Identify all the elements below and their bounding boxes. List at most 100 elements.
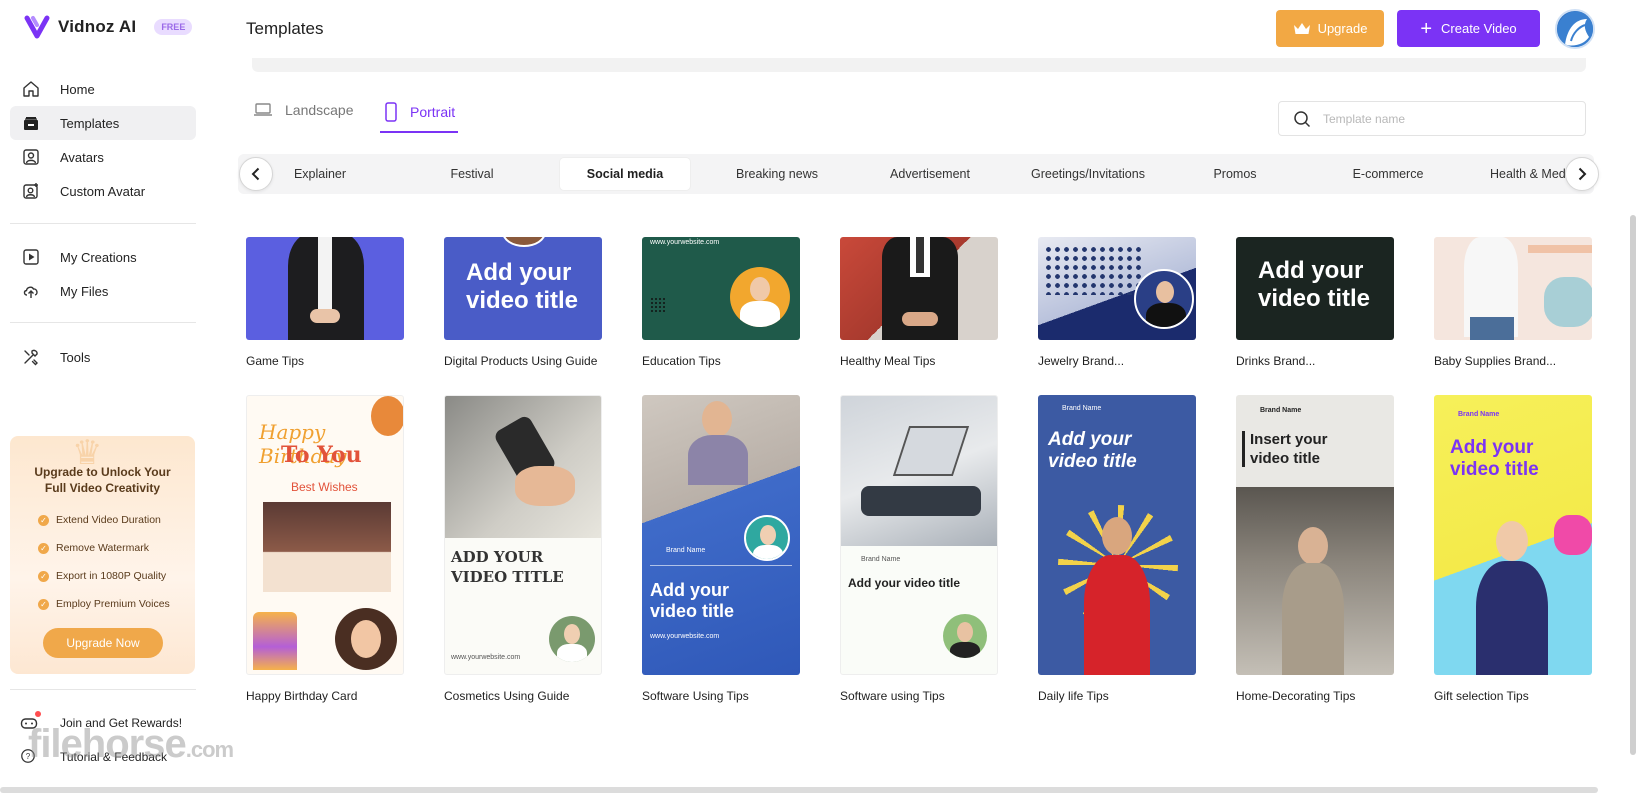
tab-landscape[interactable]: Landscape <box>253 102 354 118</box>
template-card[interactable]: Brand Name Add your video title Daily li… <box>1038 395 1196 703</box>
template-card[interactable]: Jewelry Brand... <box>1038 237 1196 368</box>
template-thumbnail <box>1038 237 1196 340</box>
category-greetings[interactable]: Greetings/Invitations <box>1018 158 1158 190</box>
sidebar-divider <box>10 223 196 224</box>
sidebar-item-label: My Files <box>60 283 109 299</box>
template-card[interactable]: Brand Name Add your video title www.your… <box>642 395 800 703</box>
plus-icon: + <box>1420 17 1433 40</box>
template-card[interactable]: Baby Supplies Brand... <box>1434 237 1592 368</box>
upgrade-promo-card: ♛ Upgrade to Unlock Your Full Video Crea… <box>10 436 195 674</box>
check-icon: ✓ <box>38 570 49 582</box>
template-thumbnail: Brand Name Add your video title www.your… <box>642 395 800 675</box>
category-prev-button[interactable] <box>239 157 273 191</box>
template-thumbnail: Add your video title <box>1236 237 1394 340</box>
template-card[interactable]: Add your video title Digital Products Us… <box>444 237 602 368</box>
sidebar-item-my-files[interactable]: My Files <box>10 274 196 308</box>
laptop-icon <box>254 103 272 116</box>
vertical-scrollbar[interactable] <box>1630 215 1636 755</box>
template-thumbnail <box>1434 237 1592 340</box>
horizontal-scrollbar[interactable] <box>0 787 1598 793</box>
sidebar-item-templates[interactable]: Templates <box>10 106 196 140</box>
upgrade-feature: ✓ Remove Watermark <box>10 534 195 562</box>
chevron-right-icon <box>1578 167 1587 181</box>
template-card[interactable]: Happy Birthday To You Best Wishes Happy … <box>246 395 404 703</box>
template-card[interactable]: www.yourwebsite.com Education Tips <box>642 237 800 368</box>
category-social-media[interactable]: Social media <box>560 158 690 190</box>
chevron-left-icon <box>251 167 260 181</box>
template-thumbnail <box>246 237 404 340</box>
user-avatar[interactable] <box>1555 9 1595 49</box>
notification-dot <box>35 711 41 717</box>
active-tab-indicator <box>380 131 458 133</box>
sidebar-item-avatars[interactable]: Avatars <box>10 140 196 174</box>
template-thumbnail: Brand Name Add your video title <box>1038 395 1196 675</box>
sidebar: Vidnoz AI FREE Home Templates Avatars Cu… <box>0 0 234 795</box>
category-breaking-news[interactable]: Breaking news <box>712 158 842 190</box>
template-title: Jewelry Brand... <box>1038 354 1125 368</box>
sidebar-item-my-creations[interactable]: My Creations <box>10 240 196 274</box>
template-title: Software using Tips <box>840 689 945 703</box>
template-title: Daily life Tips <box>1038 689 1109 703</box>
sidebar-item-tools[interactable]: Tools <box>10 340 196 374</box>
template-title: Game Tips <box>246 354 305 368</box>
template-title: Baby Supplies Brand... <box>1434 354 1557 368</box>
template-card[interactable]: Brand Name Add your video title Gift sel… <box>1434 395 1592 703</box>
sidebar-item-label: Tools <box>60 349 91 365</box>
home-icon <box>22 80 40 98</box>
template-thumbnail: ADD YOUR VIDEO TITLE www.yourwebsite.com <box>444 395 602 675</box>
tab-portrait[interactable]: Portrait <box>384 102 455 122</box>
template-card[interactable]: Healthy Meal Tips <box>840 237 998 368</box>
template-thumbnail: www.yourwebsite.com <box>642 237 800 340</box>
logo[interactable]: Vidnoz AI FREE <box>24 14 193 40</box>
category-ecommerce[interactable]: E-commerce <box>1323 158 1453 190</box>
check-icon: ✓ <box>38 542 49 554</box>
custom-avatar-icon <box>22 182 40 200</box>
crown-icon <box>1293 22 1310 34</box>
template-title: Gift selection Tips <box>1434 689 1529 703</box>
category-bar: Explainer Festival Social media Breaking… <box>238 154 1594 194</box>
sidebar-item-custom-avatar[interactable]: Custom Avatar <box>10 174 196 208</box>
create-video-button[interactable]: + Create Video <box>1397 10 1540 47</box>
category-promos[interactable]: Promos <box>1170 158 1300 190</box>
template-card[interactable]: ADD YOUR VIDEO TITLE www.yourwebsite.com… <box>444 395 602 703</box>
template-thumbnail: Brand Name Add your video title <box>1434 395 1592 675</box>
sidebar-item-label: My Creations <box>60 249 137 265</box>
template-title: Healthy Meal Tips <box>840 354 936 368</box>
category-explainer[interactable]: Explainer <box>255 158 385 190</box>
template-search[interactable] <box>1278 101 1586 136</box>
category-festival[interactable]: Festival <box>407 158 537 190</box>
template-title: Software Using Tips <box>642 689 749 703</box>
upgrade-promo-title: Upgrade to Unlock Your Full Video Creati… <box>34 465 171 495</box>
phone-icon <box>385 102 397 122</box>
page-title: Templates <box>246 19 324 38</box>
upgrade-button[interactable]: Upgrade <box>1276 10 1384 47</box>
avatar-icon <box>22 148 40 166</box>
template-thumbnail: Happy Birthday To You Best Wishes <box>246 395 404 675</box>
sidebar-item-home[interactable]: Home <box>10 72 196 106</box>
search-input[interactable] <box>1323 111 1573 126</box>
sidebar-divider <box>10 689 196 690</box>
search-icon <box>1294 110 1311 127</box>
check-icon: ✓ <box>38 598 49 610</box>
template-thumbnail <box>840 237 998 340</box>
templates-icon <box>22 114 40 132</box>
upgrade-now-button[interactable]: Upgrade Now <box>43 628 163 658</box>
template-title: Education Tips <box>642 354 721 368</box>
template-thumbnail: Add your video title <box>444 237 602 340</box>
template-card[interactable]: Brand Name Insert your video title Home-… <box>1236 395 1394 703</box>
template-thumbnail: Brand Name Insert your video title <box>1236 395 1394 675</box>
template-card[interactable]: Game Tips <box>246 237 404 368</box>
category-next-button[interactable] <box>1565 157 1599 191</box>
template-thumbnail: Brand Name Add your video title <box>840 395 998 675</box>
banner-strip <box>252 58 1586 72</box>
template-card[interactable]: Add your video title Drinks Brand... <box>1236 237 1394 368</box>
category-advertisement[interactable]: Advertisement <box>865 158 995 190</box>
app-root: Vidnoz AI FREE Home Templates Avatars Cu… <box>0 0 1640 795</box>
template-title: Home-Decorating Tips <box>1236 689 1356 703</box>
sidebar-item-label: Avatars <box>60 149 104 165</box>
upload-cloud-icon <box>22 282 40 300</box>
template-title: Happy Birthday Card <box>246 689 358 703</box>
template-card[interactable]: Brand Name Add your video title Software… <box>840 395 998 703</box>
app-name: Vidnoz AI <box>58 17 137 36</box>
upgrade-feature-list: ✓ Extend Video Duration ✓ Remove Watermark… <box>10 506 195 618</box>
